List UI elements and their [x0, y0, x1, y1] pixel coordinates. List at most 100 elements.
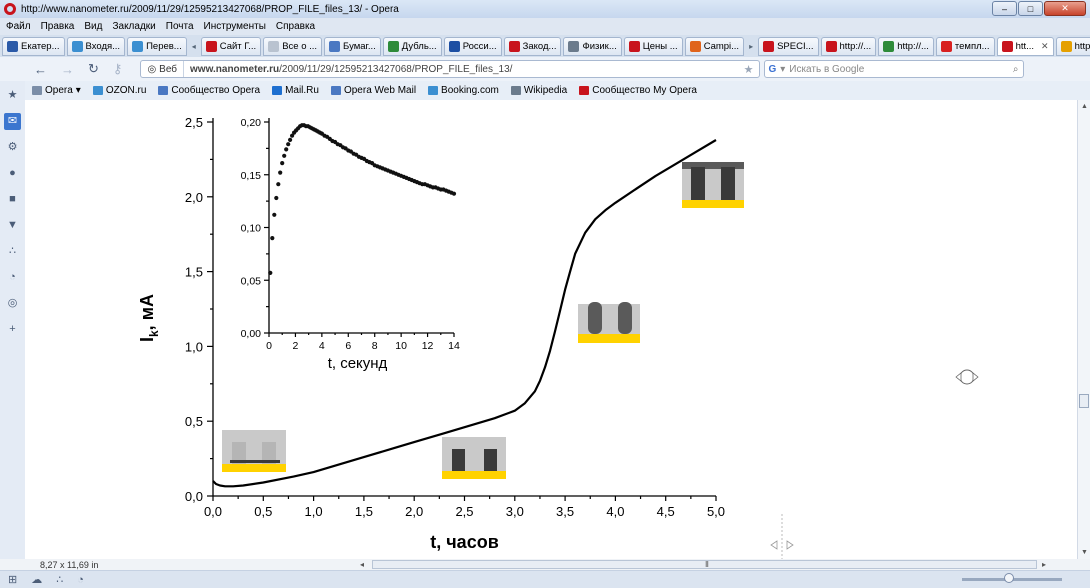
bookmark-item-3[interactable]: Mail.Ru	[272, 85, 319, 96]
maximize-button[interactable]: □	[1018, 1, 1043, 16]
unite-panel-icon[interactable]: ◔	[77, 574, 84, 586]
bookmark-item-0[interactable]: Opera ▾	[32, 85, 81, 96]
tab-favicon-icon	[1060, 40, 1072, 52]
horizontal-scroll-thumb[interactable]: Ⅱ	[705, 560, 709, 569]
mail-icon[interactable]: ✉	[4, 113, 21, 130]
back-icon[interactable]: ←	[34, 62, 47, 77]
inset-data-point	[288, 137, 293, 142]
tab-scroll-right-icon[interactable]: ▸	[746, 42, 756, 51]
scroll-right-icon[interactable]: ▸	[1042, 560, 1046, 569]
x-tick-label: 1,5	[355, 504, 373, 519]
scroll-left-icon[interactable]: ◂	[360, 560, 364, 569]
stage-partial-fill	[442, 437, 506, 479]
unite-icon[interactable]: ∴	[56, 573, 63, 586]
bookmark-favicon-icon	[158, 86, 169, 95]
links-icon[interactable]: ∴	[9, 243, 16, 260]
tab-scroll-left-icon[interactable]: ◂	[189, 42, 199, 51]
tab-12[interactable]: SPECI...	[758, 36, 819, 56]
bookmark-label: Opera	[45, 85, 73, 96]
tab-0[interactable]: Екатер...	[2, 36, 65, 56]
bookmark-item-2[interactable]: Сообщество Opera	[158, 85, 260, 96]
vertical-scrollbar[interactable]: ▲ ▼	[1077, 100, 1090, 559]
side-panel: ★ ✉ ⚙ ● ■ ▼ ∴ ◔ ◎ +	[0, 81, 25, 569]
bookmark-favicon-icon	[92, 86, 103, 95]
bookmark-item-6[interactable]: Wikipedia	[510, 85, 567, 96]
history-icon[interactable]: ◔	[9, 269, 16, 286]
x-tick-label: 2,5	[455, 504, 473, 519]
tab-13[interactable]: http://...	[820, 36, 877, 56]
menu-edit[interactable]: Правка	[41, 21, 75, 32]
feeds-icon[interactable]: ◎	[8, 295, 18, 312]
menu-help[interactable]: Справка	[276, 21, 315, 32]
stage-metal-column	[484, 449, 497, 471]
bookmark-favicon-icon	[32, 86, 42, 95]
menu-mail[interactable]: Почта	[166, 21, 194, 32]
bookmark-item-4[interactable]: Opera Web Mail	[330, 85, 416, 96]
gear-icon[interactable]: ⚙	[8, 139, 18, 156]
inset-data-point	[278, 170, 283, 175]
reload-icon[interactable]: ↻	[88, 61, 99, 77]
tab-14[interactable]: http://...	[878, 36, 934, 56]
tab-16[interactable]: htt... ✕	[996, 36, 1054, 56]
key-icon[interactable]: ⚷	[113, 61, 123, 77]
address-mode-badge[interactable]: ◎ Веб	[141, 61, 185, 77]
menu-file[interactable]: Файл	[6, 21, 31, 32]
tab-label: Бумаг...	[343, 40, 376, 52]
inset-background	[268, 114, 461, 333]
zoom-slider-knob[interactable]	[1004, 573, 1014, 583]
chevron-down-icon[interactable]: ▾	[76, 85, 81, 96]
minimize-button[interactable]: –	[992, 1, 1017, 16]
notes-icon[interactable]: ■	[9, 191, 16, 208]
address-field[interactable]: ◎ Веб www.nanometer.ru/2009/11/29/125952…	[140, 60, 761, 78]
contacts-icon[interactable]: ●	[9, 165, 16, 182]
tab-10[interactable]: Цены ...	[623, 36, 683, 56]
tab-1[interactable]: Входя...	[66, 36, 126, 56]
tab-4[interactable]: Все о ...	[263, 36, 323, 56]
tab-6[interactable]: Дубль...	[382, 36, 442, 56]
tab-8[interactable]: Закод...	[503, 36, 562, 56]
stage-empty-pores	[222, 430, 286, 472]
tab-favicon-icon	[508, 40, 520, 52]
page-content: 0,0 0,5 1,0 1,5 2,0 2,5 3,0 3,5 4,0 4,5 5,0 0,0 0,5 1…	[25, 100, 1077, 559]
x-tick-label: 5,0	[707, 504, 725, 519]
tab-9[interactable]: Физик...	[563, 36, 622, 56]
tab-favicon-icon	[763, 40, 775, 52]
tab-bar: Екатер... Входя... Перев... ◂ Сайт Г... Все о…	[0, 35, 1090, 57]
menu-view[interactable]: Вид	[84, 21, 102, 32]
search-engine-dropdown-icon[interactable]: ▾	[780, 64, 785, 75]
menu-bookmarks[interactable]: Закладки	[112, 21, 155, 32]
inset-data-point	[280, 161, 285, 166]
bookmark-item-7[interactable]: Сообщество My Opera	[579, 85, 697, 96]
zoom-slider[interactable]	[962, 573, 1062, 583]
google-icon[interactable]: G	[768, 64, 776, 75]
star-icon[interactable]: ★	[8, 87, 18, 104]
tab-2[interactable]: Перев...	[127, 36, 187, 56]
tab-3[interactable]: Сайт Г...	[200, 36, 262, 56]
tab-label: http://...	[1074, 40, 1090, 52]
search-field[interactable]: G ▾ Искать в Google ⌕	[764, 60, 1025, 78]
tab-11[interactable]: Campi...	[684, 36, 745, 56]
scroll-down-icon[interactable]: ▼	[1081, 549, 1088, 556]
stage-base	[578, 334, 640, 343]
tab-5[interactable]: Бумаг...	[324, 36, 381, 56]
tab-close-icon[interactable]: ✕	[1041, 41, 1049, 52]
close-button[interactable]: ✕	[1044, 1, 1086, 16]
search-icon[interactable]: ⌕	[1013, 64, 1019, 75]
add-panel-icon[interactable]: +	[9, 321, 15, 338]
address-url[interactable]: www.nanometer.ru/2009/11/29/125952134270…	[184, 64, 744, 75]
menu-tools[interactable]: Инструменты	[204, 21, 266, 32]
y-tick-label: 1,5	[185, 265, 203, 280]
scroll-up-icon[interactable]: ▲	[1081, 103, 1088, 110]
tab-7[interactable]: Росси...	[443, 36, 502, 56]
turbo-icon[interactable]: ☁	[31, 573, 42, 586]
tab-17[interactable]: http://...	[1055, 36, 1090, 56]
bookmark-star-icon[interactable]: ★	[744, 63, 760, 76]
bookmark-item-1[interactable]: OZON.ru	[92, 85, 146, 96]
forward-icon[interactable]: →	[61, 62, 74, 77]
tab-favicon-icon	[568, 40, 580, 52]
panel-toggle-icon[interactable]: ⊞	[8, 573, 17, 586]
vertical-scroll-thumb[interactable]	[1079, 394, 1089, 408]
tab-15[interactable]: темпл...	[935, 36, 995, 56]
transfers-icon[interactable]: ▼	[7, 217, 18, 234]
bookmark-item-5[interactable]: Booking.com	[428, 85, 499, 96]
